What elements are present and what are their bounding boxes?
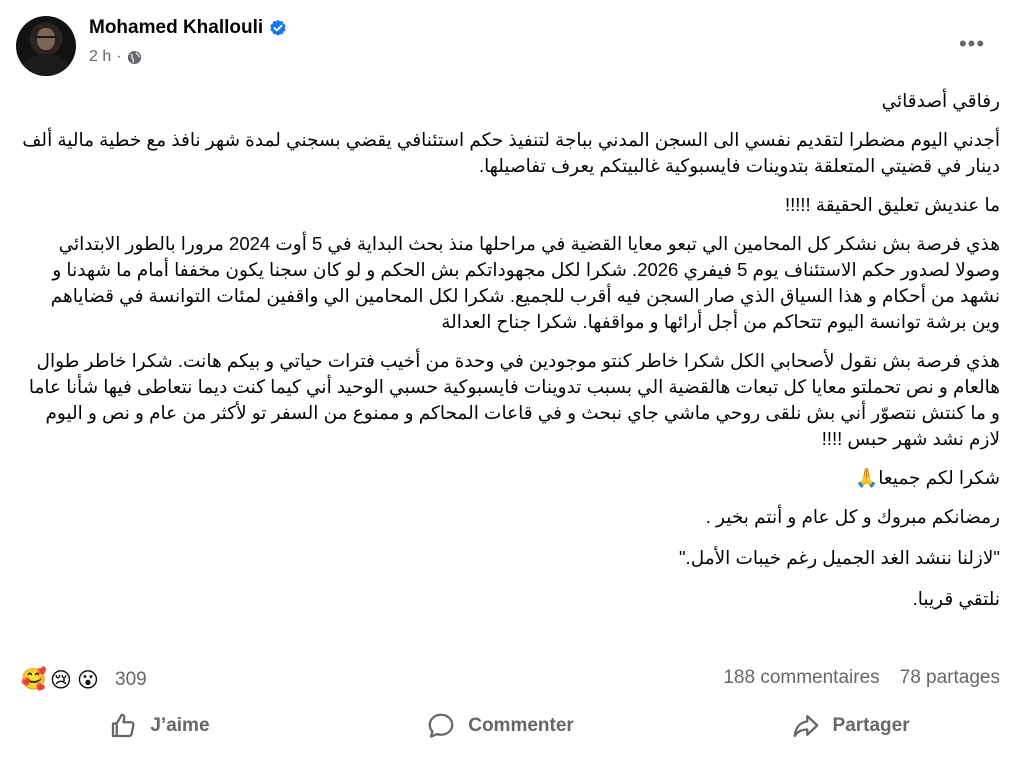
meta-separator: · — [116, 48, 122, 65]
wow-reaction-icon: 😮 — [72, 664, 104, 696]
post-paragraph: رمضانكم مبروك و كل عام و أنتم بخير . — [705, 506, 1000, 527]
author-row: Mohamed Khallouli — [89, 17, 287, 39]
avatar-figure — [22, 54, 70, 76]
thumbs-up-icon — [112, 713, 135, 738]
post-paragraph: نلتقي قريبا. — [912, 588, 1000, 609]
share-button[interactable]: Partager — [771, 705, 930, 747]
share-arrow-icon — [793, 714, 818, 738]
post-meta: 2 h · — [89, 48, 142, 66]
post-paragraph: "لازلنا ننشد الغد الجميل رغم خيبات الأمل… — [678, 547, 1000, 568]
reactions-summary[interactable]: 🥰 😢 😮 309 — [18, 664, 147, 696]
post-paragraph: هذي فرصة بش نشكر كل المحامين الي تبعو مع… — [50, 233, 1000, 332]
post-paragraph: شكرا لكم جميعا🙏 — [855, 467, 1000, 488]
post-stats: 188 commentaires 78 partages — [723, 667, 1000, 689]
verified-badge-icon — [269, 19, 287, 37]
post-paragraph: ما عنديش تعليق الحقيقة !!!!! — [784, 194, 1000, 215]
author-avatar[interactable] — [16, 16, 76, 76]
post-body: رفاقي أصدقائي أجدني اليوم مضطرا لتقديم ن… — [20, 88, 1000, 625]
globe-icon[interactable] — [127, 50, 142, 65]
post-paragraph: رفاقي أصدقائي — [881, 90, 1000, 111]
shares-count-link[interactable]: 78 partages — [900, 667, 1000, 689]
author-name[interactable]: Mohamed Khallouli — [89, 17, 263, 39]
post-time[interactable]: 2 h — [89, 48, 111, 66]
comments-count-link[interactable]: 188 commentaires — [723, 667, 879, 689]
action-bar: J’aime Commenter Partager — [0, 702, 1018, 750]
more-options-button[interactable]: ••• — [952, 28, 992, 60]
avatar-glasses — [35, 36, 57, 43]
comment-button[interactable]: Commenter — [406, 705, 594, 747]
share-label: Partager — [832, 715, 910, 736]
comment-bubble-icon — [428, 713, 454, 738]
reaction-count[interactable]: 309 — [115, 669, 147, 691]
like-label: J’aime — [150, 715, 210, 736]
comment-label: Commenter — [468, 715, 574, 736]
post-paragraph: هذي فرصة بش نقول لأصحابي الكل شكرا خاطر … — [28, 350, 1000, 449]
post-paragraph: أجدني اليوم مضطرا لتقديم نفسي الى السجن … — [22, 129, 1000, 176]
like-button[interactable]: J’aime — [88, 705, 229, 747]
